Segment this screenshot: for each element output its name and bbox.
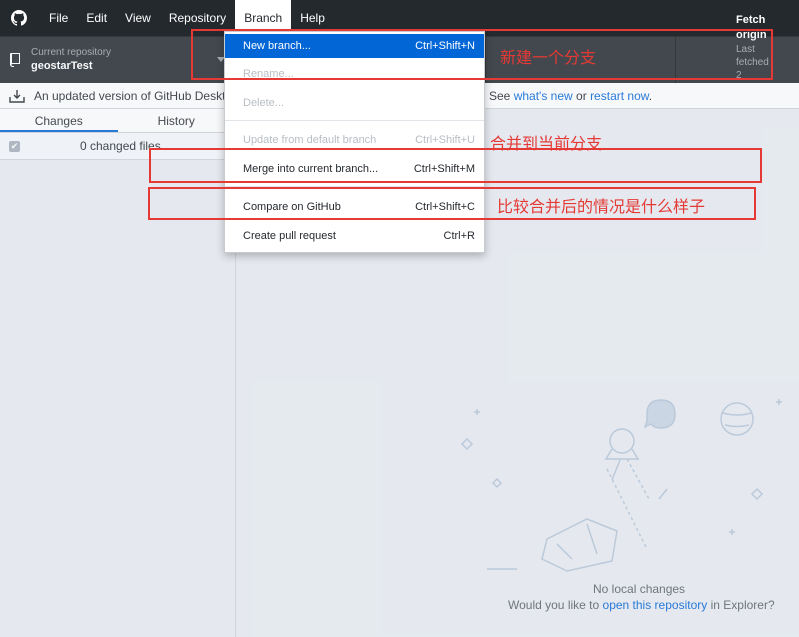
banner-or-text: or <box>576 89 587 103</box>
tab-history[interactable]: History <box>118 109 236 132</box>
whats-new-link[interactable]: what's new <box>514 89 573 103</box>
menu-item-label: Update from default branch <box>243 134 377 146</box>
annotation-compare: 比较合并后的情况是什么样子 <box>497 197 706 216</box>
menu-item-label: Delete... <box>243 97 284 109</box>
restart-now-link[interactable]: restart now <box>590 89 649 103</box>
banner-period: . <box>648 89 653 103</box>
sidebar-tabs: Changes History <box>0 109 235 133</box>
empty-state-suffix: in Explorer? <box>710 598 775 612</box>
banner-see-text: See <box>489 89 511 103</box>
menu-item-label: Create pull request <box>243 230 336 242</box>
current-repository-label: Current repository <box>31 47 112 58</box>
download-icon <box>9 89 25 103</box>
current-repository-name: geostarTest <box>31 60 93 72</box>
menu-separator <box>225 120 484 121</box>
empty-state-prefix: Would you like to <box>508 598 600 612</box>
select-all-checkbox[interactable]: ✔ <box>9 140 20 152</box>
tab-changes[interactable]: Changes <box>0 109 118 132</box>
menu-item-delete: Delete... <box>225 91 484 115</box>
open-repository-link[interactable]: open this repository <box>603 598 708 612</box>
empty-state-subtitle: Would you like to open this repository i… <box>508 598 775 612</box>
menu-item-create-pull-request[interactable]: Create pull request Ctrl+R <box>225 224 484 248</box>
repository-icon <box>9 52 21 68</box>
banner-text: An updated version of GitHub Desktop <box>34 88 239 103</box>
menu-item-shortcut: Ctrl+R <box>443 230 475 242</box>
menu-item-shortcut: Ctrl+Shift+U <box>415 134 475 146</box>
banner-actions: See what's new or restart now. <box>489 83 653 108</box>
menu-view[interactable]: View <box>116 0 160 36</box>
menu-file[interactable]: File <box>40 0 77 36</box>
no-changes-illustration <box>460 399 782 572</box>
empty-state-title: No local changes <box>593 582 686 596</box>
annotation-merge: 合并到当前分支 <box>490 134 603 153</box>
annotation-box-merge <box>149 148 762 183</box>
annotation-new-branch: 新建一个分支 <box>500 48 597 67</box>
menu-edit[interactable]: Edit <box>77 0 116 36</box>
annotation-box-new-branch <box>191 29 773 80</box>
github-logo-icon <box>10 9 28 27</box>
